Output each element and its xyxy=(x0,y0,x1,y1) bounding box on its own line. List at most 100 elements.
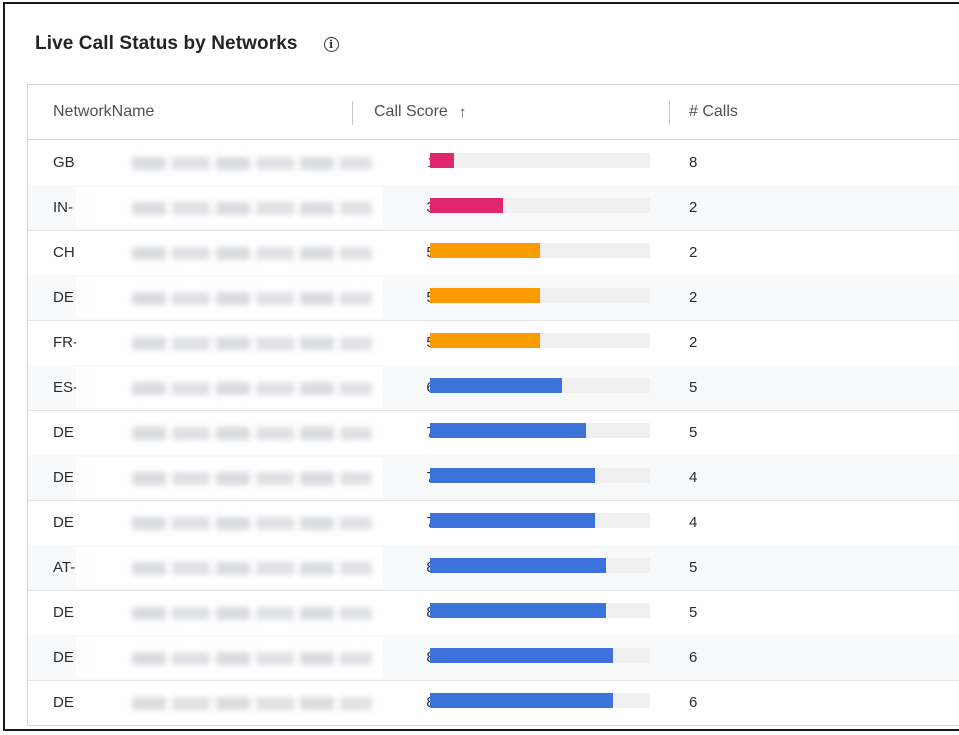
redacted-network-name xyxy=(76,232,383,273)
calls-count-cell: 4 xyxy=(689,514,698,531)
table-row[interactable]: DE754 xyxy=(28,500,959,546)
table-row[interactable]: DE836 xyxy=(28,635,959,681)
blurred-text xyxy=(132,697,372,710)
network-name-cell: FR- xyxy=(53,334,78,351)
widget-title: Live Call Status by Networks xyxy=(35,33,298,54)
sort-ascending-icon: ↑ xyxy=(458,103,467,121)
blurred-text xyxy=(132,157,372,170)
redacted-network-name xyxy=(76,187,383,228)
calls-count-cell: 2 xyxy=(689,244,698,261)
score-bar-track xyxy=(430,423,650,438)
score-bar-fill xyxy=(430,288,540,303)
score-bar-track xyxy=(430,603,650,618)
column-resize-handle[interactable] xyxy=(669,101,670,125)
redacted-network-name xyxy=(76,277,383,318)
column-resize-handle[interactable] xyxy=(352,101,353,125)
calls-count-cell: 8 xyxy=(689,154,698,171)
score-bar-track xyxy=(430,288,650,303)
calls-count-cell: 2 xyxy=(689,199,698,216)
column-header-network-name[interactable]: NetworkName xyxy=(53,85,154,139)
calls-count-cell: 6 xyxy=(689,694,698,711)
network-name-cell: DE xyxy=(53,649,74,666)
widget-panel: Live Call Status by Networks i NetworkNa… xyxy=(3,2,959,731)
redacted-network-name xyxy=(76,682,383,723)
column-header-calls[interactable]: # Calls xyxy=(689,85,738,139)
table-header: NetworkName Call Score ↑ # Calls xyxy=(28,85,959,140)
redacted-network-name xyxy=(76,142,383,183)
network-name-cell: AT- xyxy=(53,559,76,576)
redacted-network-name xyxy=(76,367,383,408)
table-row[interactable]: FR-502 xyxy=(28,320,959,366)
table-row[interactable]: DE805 xyxy=(28,590,959,636)
score-bar-track xyxy=(430,243,650,258)
score-bar-fill xyxy=(430,378,562,393)
score-bar-fill xyxy=(430,648,613,663)
score-bar-fill xyxy=(430,198,503,213)
redacted-network-name xyxy=(76,457,383,498)
network-name-cell: CH xyxy=(53,244,75,261)
score-bar-fill xyxy=(430,603,606,618)
calls-count-cell: 5 xyxy=(689,424,698,441)
redacted-network-name xyxy=(76,547,383,588)
redacted-network-name xyxy=(76,412,383,453)
column-header-call-score-label: Call Score xyxy=(374,103,448,120)
network-table: NetworkName Call Score ↑ # Calls GB118IN… xyxy=(27,84,959,726)
calls-count-cell: 5 xyxy=(689,379,698,396)
score-bar-fill xyxy=(430,558,606,573)
score-bar-fill xyxy=(430,513,595,528)
score-bar-fill xyxy=(430,153,455,168)
redacted-network-name xyxy=(76,322,383,363)
score-bar-track xyxy=(430,198,650,213)
table-row[interactable]: IN-332 xyxy=(28,185,959,231)
table-row[interactable]: CH502 xyxy=(28,230,959,276)
score-bar-fill xyxy=(430,333,540,348)
table-row[interactable]: DE836 xyxy=(28,680,959,725)
network-name-cell: DE xyxy=(53,604,74,621)
network-name-cell: IN- xyxy=(53,199,73,216)
network-name-cell: GB xyxy=(53,154,75,171)
table-row[interactable]: GB118 xyxy=(28,140,959,186)
info-icon[interactable]: i xyxy=(323,36,339,52)
score-bar-track xyxy=(430,378,650,393)
network-name-cell: DE xyxy=(53,289,74,306)
blurred-text xyxy=(132,427,372,440)
column-header-network-name-label: NetworkName xyxy=(53,103,155,120)
blurred-text xyxy=(132,607,372,620)
redacted-network-name xyxy=(76,502,383,543)
network-name-cell: DE xyxy=(53,514,74,531)
network-name-cell: DE xyxy=(53,424,74,441)
column-header-calls-label: # Calls xyxy=(689,103,738,120)
network-name-cell: DE xyxy=(53,694,74,711)
score-bar-fill xyxy=(430,423,587,438)
score-bar-fill xyxy=(430,243,540,258)
blurred-text xyxy=(132,247,372,260)
calls-count-cell: 5 xyxy=(689,604,698,621)
score-bar-track xyxy=(430,333,650,348)
score-bar-fill xyxy=(430,468,595,483)
blurred-text xyxy=(132,382,372,395)
table-row[interactable]: ES-605 xyxy=(28,365,959,411)
score-bar-track xyxy=(430,558,650,573)
table-row[interactable]: DE754 xyxy=(28,455,959,501)
score-bar-track xyxy=(430,648,650,663)
redacted-network-name xyxy=(76,637,383,678)
calls-count-cell: 2 xyxy=(689,334,698,351)
blurred-text xyxy=(132,202,372,215)
column-header-call-score[interactable]: Call Score ↑ xyxy=(374,85,466,139)
table-row[interactable]: DE715 xyxy=(28,410,959,456)
score-bar-track xyxy=(430,468,650,483)
table-row[interactable]: DE502 xyxy=(28,275,959,321)
score-bar-track xyxy=(430,693,650,708)
blurred-text xyxy=(132,337,372,350)
network-name-cell: ES- xyxy=(53,379,79,396)
blurred-text xyxy=(132,517,372,530)
table-row[interactable]: AT-805 xyxy=(28,545,959,591)
blurred-text xyxy=(132,652,372,665)
calls-count-cell: 4 xyxy=(689,469,698,486)
score-bar-fill xyxy=(430,693,613,708)
calls-count-cell: 2 xyxy=(689,289,698,306)
redacted-network-name xyxy=(76,592,383,633)
blurred-text xyxy=(132,292,372,305)
widget-header: Live Call Status by Networks i xyxy=(35,29,339,59)
blurred-text xyxy=(132,562,372,575)
